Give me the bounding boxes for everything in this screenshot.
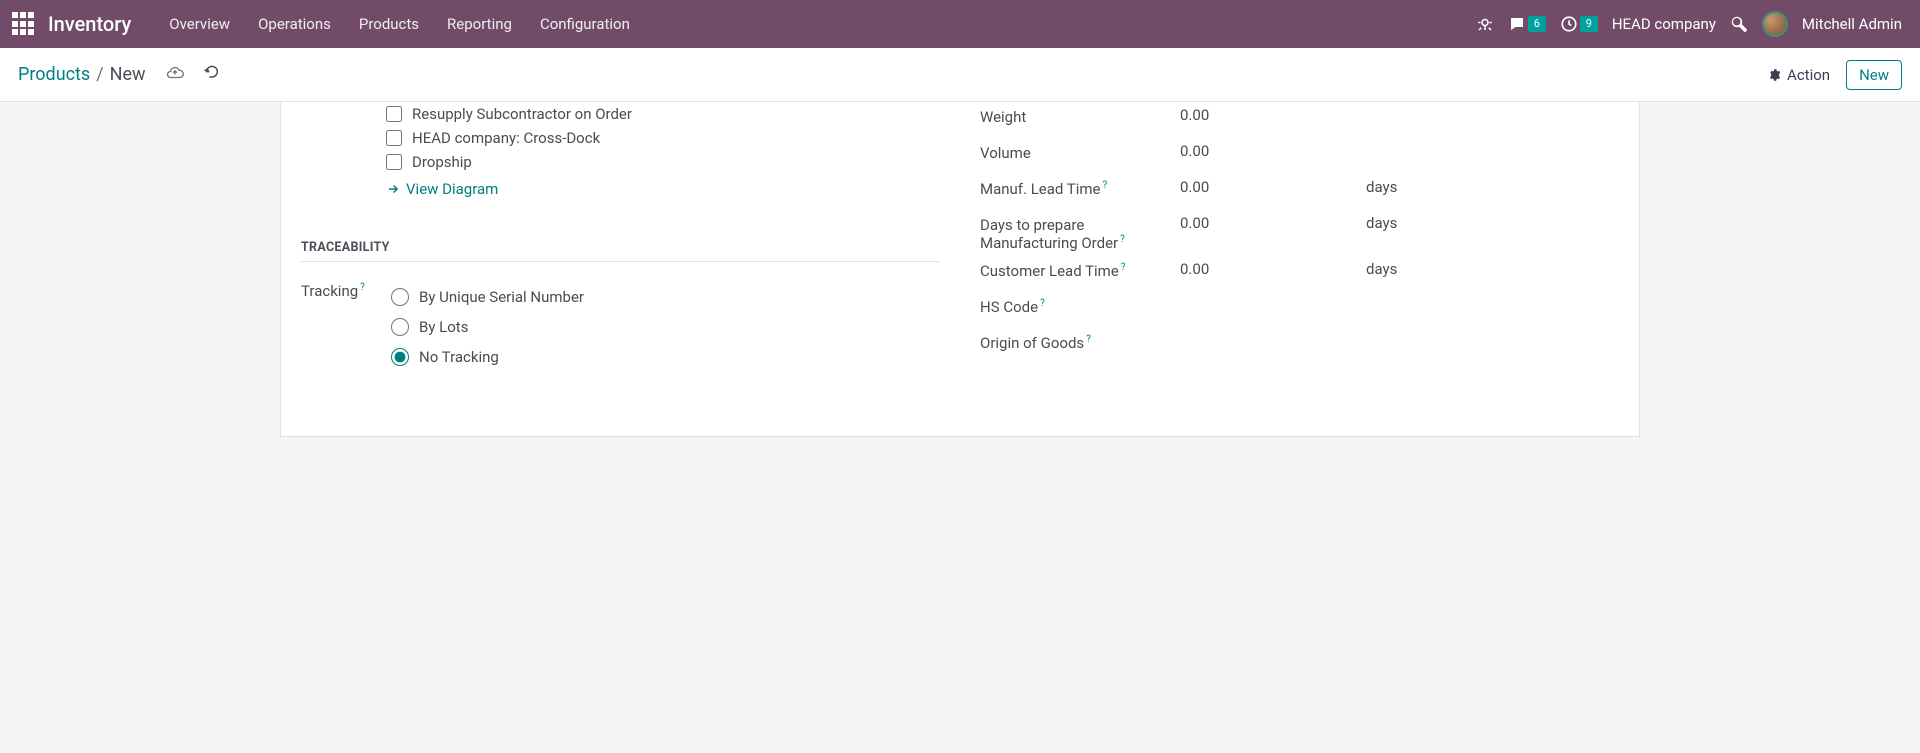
- breadcrumb-products[interactable]: Products: [18, 64, 90, 85]
- avatar[interactable]: [1762, 11, 1788, 37]
- apps-icon[interactable]: [12, 12, 36, 36]
- tracking-label: Tracking?: [301, 280, 391, 300]
- help-icon[interactable]: ?: [1040, 298, 1045, 309]
- tracking-options: By Unique Serial Number By Lots No Track…: [391, 280, 940, 372]
- activities-icon[interactable]: 9: [1560, 15, 1598, 33]
- breadcrumb: Products / New: [18, 64, 220, 86]
- help-icon[interactable]: ?: [360, 282, 365, 293]
- route-checkbox[interactable]: [386, 130, 402, 146]
- col-left: Resupply Subcontractor on Order HEAD com…: [301, 102, 940, 376]
- tools-icon[interactable]: [1730, 15, 1748, 33]
- discard-icon[interactable]: [204, 65, 220, 85]
- cloud-save-icon[interactable]: [166, 64, 184, 86]
- new-button[interactable]: New: [1846, 60, 1902, 90]
- field-hs-code: HS Code?: [980, 292, 1619, 328]
- field-manuf-lead: Manuf. Lead Time? 0.00 days: [980, 174, 1619, 210]
- route-label: Dropship: [412, 153, 472, 171]
- origin-label: Origin of Goods?: [980, 332, 1180, 352]
- messages-icon[interactable]: 6: [1508, 15, 1546, 33]
- days-unit: days: [1366, 214, 1397, 232]
- columns: Resupply Subcontractor on Order HEAD com…: [301, 102, 1619, 376]
- field-customer-lead: Customer Lead Time? 0.00 days: [980, 256, 1619, 292]
- action-dropdown[interactable]: Action: [1767, 66, 1830, 84]
- help-icon[interactable]: ?: [1102, 180, 1107, 191]
- field-tracking: Tracking? By Unique Serial Number By Lot…: [301, 276, 940, 376]
- activities-badge: 9: [1580, 16, 1598, 32]
- debug-icon[interactable]: [1476, 15, 1494, 33]
- help-icon[interactable]: ?: [1120, 234, 1125, 245]
- breadcrumb-current: New: [110, 64, 146, 85]
- radio-input[interactable]: [391, 288, 409, 306]
- actionbar: Products / New Action New: [0, 48, 1920, 102]
- manuf-lead-value-wrap: 0.00 days: [1180, 178, 1619, 196]
- col-right: Weight 0.00 Volume 0.00 Manuf. Lead Time…: [980, 102, 1619, 376]
- route-dropship[interactable]: Dropship: [386, 150, 940, 174]
- route-label: HEAD company: Cross-Dock: [412, 129, 600, 147]
- days-prepare-value-wrap: 0.00 days: [1180, 214, 1619, 232]
- help-icon[interactable]: ?: [1086, 334, 1091, 345]
- username[interactable]: Mitchell Admin: [1802, 15, 1902, 33]
- customer-lead-value-wrap: 0.00 days: [1180, 260, 1619, 278]
- breadcrumb-sep: /: [96, 64, 103, 85]
- tracking-lots[interactable]: By Lots: [391, 312, 940, 342]
- manuf-lead-value[interactable]: 0.00: [1180, 178, 1366, 196]
- nav-operations[interactable]: Operations: [244, 15, 345, 33]
- tracking-none[interactable]: No Tracking: [391, 342, 940, 372]
- route-label: Resupply Subcontractor on Order: [412, 105, 632, 123]
- form-sheet: Resupply Subcontractor on Order HEAD com…: [280, 102, 1640, 437]
- volume-value[interactable]: 0.00: [1180, 142, 1619, 160]
- nav-products[interactable]: Products: [345, 15, 433, 33]
- days-prepare-value[interactable]: 0.00: [1180, 214, 1366, 232]
- route-checkbox[interactable]: [386, 106, 402, 122]
- hs-code-label: HS Code?: [980, 296, 1180, 316]
- volume-label: Volume: [980, 142, 1180, 162]
- days-prepare-label: Days to prepare Manufacturing Order?: [980, 214, 1180, 252]
- messages-badge: 6: [1528, 16, 1546, 32]
- actionbar-right: Action New: [1767, 60, 1902, 90]
- help-icon[interactable]: ?: [1121, 262, 1126, 273]
- route-checkbox[interactable]: [386, 154, 402, 170]
- radio-input[interactable]: [391, 318, 409, 336]
- routes-group: Resupply Subcontractor on Order HEAD com…: [301, 102, 940, 200]
- field-origin: Origin of Goods?: [980, 328, 1619, 364]
- nav-reporting[interactable]: Reporting: [433, 15, 526, 33]
- view-diagram-label: View Diagram: [406, 180, 498, 198]
- field-volume: Volume 0.00: [980, 138, 1619, 174]
- app-name[interactable]: Inventory: [48, 12, 131, 36]
- weight-value[interactable]: 0.00: [1180, 106, 1619, 124]
- days-unit: days: [1366, 178, 1397, 196]
- customer-lead-label: Customer Lead Time?: [980, 260, 1180, 280]
- view-diagram-link[interactable]: View Diagram: [386, 180, 498, 198]
- route-resupply-subcontractor[interactable]: Resupply Subcontractor on Order: [386, 102, 940, 126]
- nav-overview[interactable]: Overview: [155, 15, 244, 33]
- customer-lead-value[interactable]: 0.00: [1180, 260, 1366, 278]
- section-traceability: TRACEABILITY: [301, 240, 940, 262]
- field-days-prepare: Days to prepare Manufacturing Order? 0.0…: [980, 210, 1619, 256]
- field-weight: Weight 0.00: [980, 102, 1619, 138]
- content-wrapper: Resupply Subcontractor on Order HEAD com…: [0, 102, 1920, 437]
- weight-label: Weight: [980, 106, 1180, 126]
- topbar-right: 6 9 HEAD company Mitchell Admin: [1476, 11, 1912, 37]
- radio-input[interactable]: [391, 348, 409, 366]
- radio-label: By Lots: [419, 318, 468, 336]
- company-switcher[interactable]: HEAD company: [1612, 15, 1716, 33]
- nav-configuration[interactable]: Configuration: [526, 15, 644, 33]
- radio-label: No Tracking: [419, 348, 499, 366]
- radio-label: By Unique Serial Number: [419, 288, 584, 306]
- tracking-serial[interactable]: By Unique Serial Number: [391, 282, 940, 312]
- action-label: Action: [1787, 66, 1830, 84]
- topbar: Inventory Overview Operations Products R…: [0, 0, 1920, 48]
- route-cross-dock[interactable]: HEAD company: Cross-Dock: [386, 126, 940, 150]
- days-unit: days: [1366, 260, 1397, 278]
- manuf-lead-label: Manuf. Lead Time?: [980, 178, 1180, 198]
